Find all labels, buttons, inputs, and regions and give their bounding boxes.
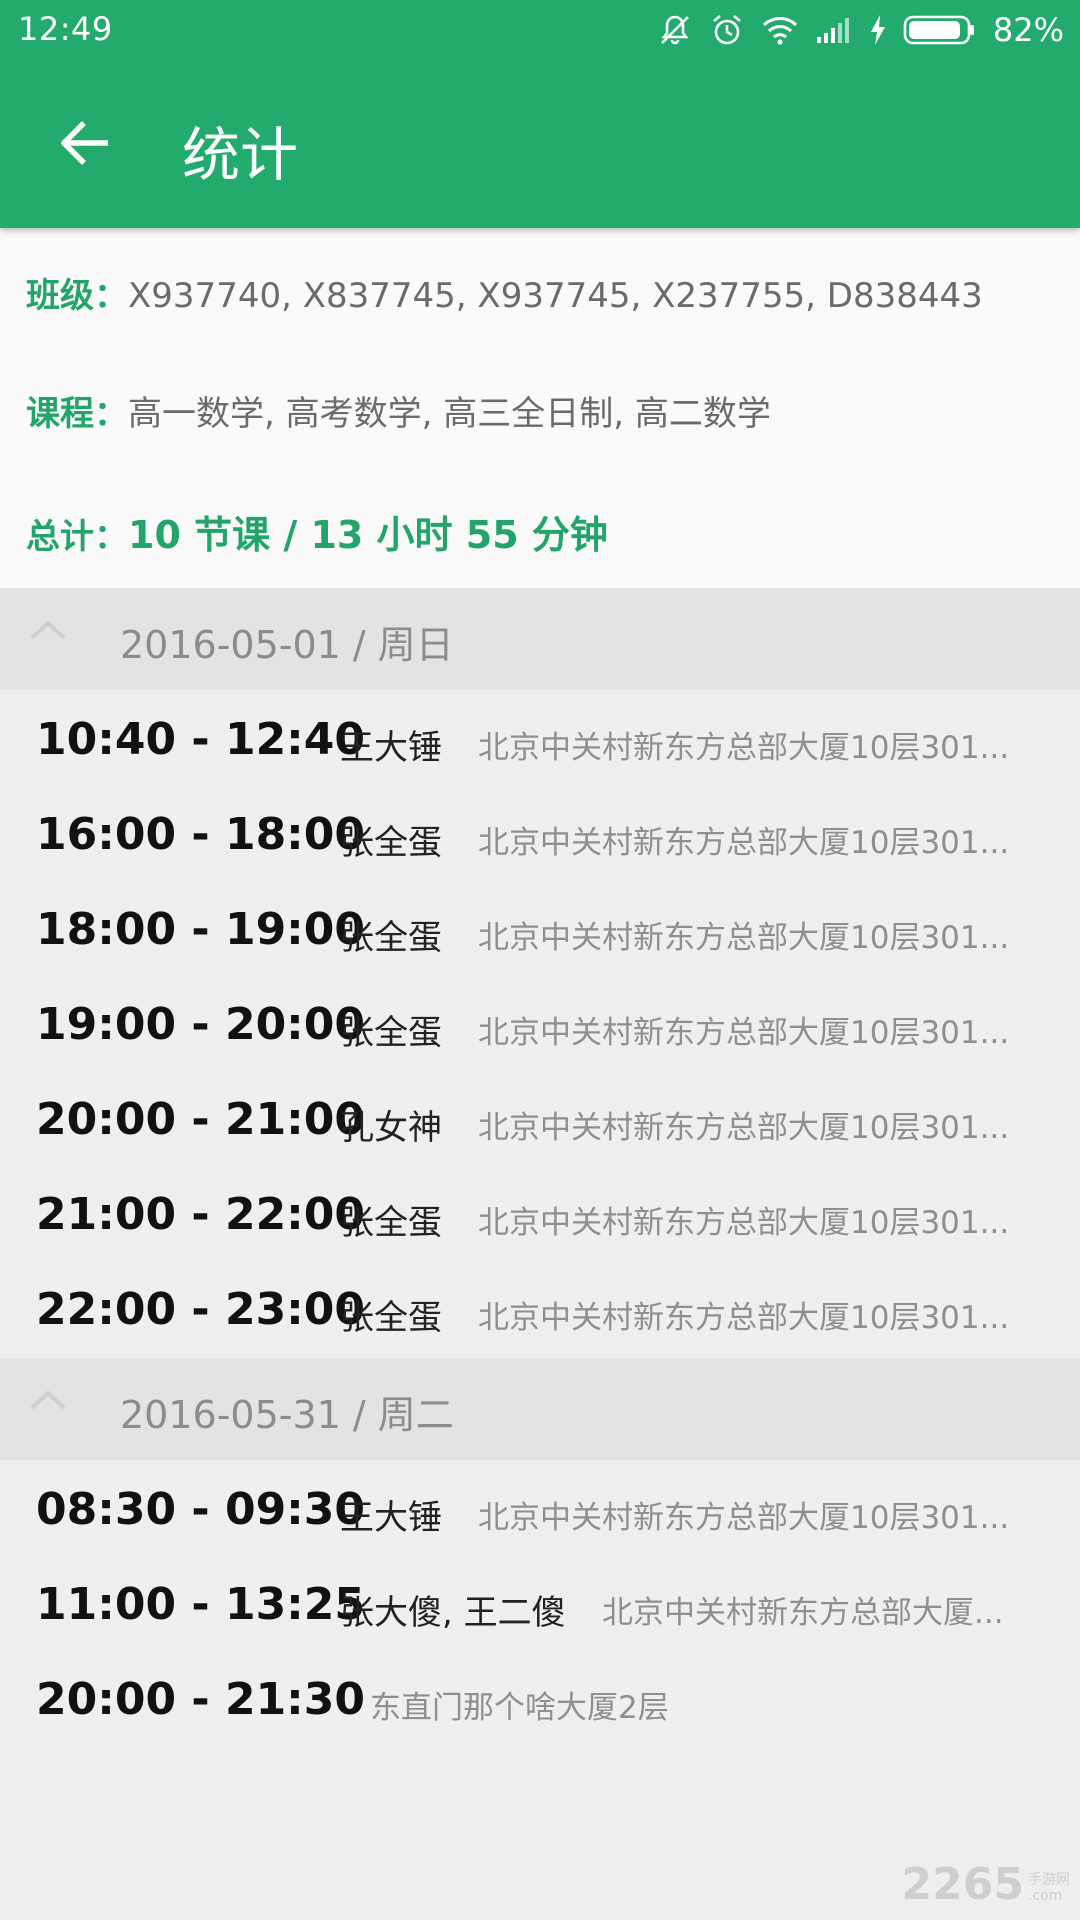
lesson-time: 21:00 - 22:00: [36, 1189, 366, 1240]
total-summary: 总计：10 节课 / 13 小时 55 分钟: [26, 504, 608, 559]
battery-icon: [903, 14, 977, 46]
lesson-list: 10:40 - 12:40 王大锤 北京中关村新东方总部大厦10层301... …: [0, 692, 1080, 1357]
status-time: 12:49: [18, 10, 113, 48]
lesson-teacher: 王大锤: [340, 1498, 442, 1538]
course-summary: 课程：高一数学, 高考数学, 高三全日制, 高二数学: [26, 386, 771, 435]
date-group-header[interactable]: 2016-05-31 / 周二: [0, 1358, 1080, 1460]
lesson-time: 19:00 - 20:00: [36, 999, 366, 1050]
mute-icon: [657, 12, 693, 48]
lesson-row[interactable]: 16:00 - 18:00 张全蛋 北京中关村新东方总部大厦10层301...: [0, 787, 1080, 882]
lesson-location: 北京中关村新东方总部大厦10层301...: [478, 1500, 1010, 1536]
watermark-logo: 2265 手游网 .com: [902, 1859, 1070, 1910]
app-bar: 12:49 82% 统计: [0, 0, 1080, 228]
lesson-row[interactable]: 20:00 - 21:00 孔女神 北京中关村新东方总部大厦10层301...: [0, 1072, 1080, 1167]
lesson-teacher: 张全蛋: [340, 823, 442, 863]
summary-panel: 班级：X937740, X837745, X937745, X237755, D…: [0, 228, 1080, 588]
date-group-header[interactable]: 2016-05-01 / 周日: [0, 588, 1080, 690]
lesson-location: 北京中关村新东方总部大厦10层301...: [478, 1205, 1010, 1241]
lesson-row[interactable]: 20:00 - 21:30 东直门那个啥大厦2层: [0, 1652, 1080, 1747]
lesson-time: 18:00 - 19:00: [36, 904, 366, 955]
lesson-teacher: 张全蛋: [340, 1298, 442, 1338]
class-summary: 班级：X937740, X837745, X937745, X237755, D…: [26, 268, 983, 317]
lesson-row[interactable]: 08:30 - 09:30 王大锤 北京中关村新东方总部大厦10层301...: [0, 1462, 1080, 1557]
lesson-row[interactable]: 21:00 - 22:00 张全蛋 北京中关村新东方总部大厦10层301...: [0, 1167, 1080, 1262]
back-button[interactable]: [50, 110, 120, 180]
lesson-row[interactable]: 19:00 - 20:00 张全蛋 北京中关村新东方总部大厦10层301...: [0, 977, 1080, 1072]
class-value: X937740, X837745, X937745, X237755, D838…: [128, 276, 983, 316]
status-bar: 12:49 82%: [0, 0, 1080, 60]
lesson-location: 北京中关村新东方总部大厦10层301...: [478, 920, 1010, 956]
watermark-number: 2265: [901, 1859, 1024, 1910]
chevron-up-icon: [28, 1388, 68, 1416]
lesson-time: 20:00 - 21:00: [36, 1094, 366, 1145]
watermark-text-bottom: .com: [1028, 1888, 1063, 1904]
lesson-location: 北京中关村新东方总部大厦10层301...: [478, 825, 1010, 861]
chevron-up-icon: [28, 618, 68, 646]
lesson-teacher: 王大锤: [340, 728, 442, 768]
group-date: 2016-05-31 / 周二: [120, 1393, 454, 1437]
lesson-location: 北京中关村新东方总部大厦10层301...: [478, 730, 1010, 766]
lesson-row[interactable]: 18:00 - 19:00 张全蛋 北京中关村新东方总部大厦10层301...: [0, 882, 1080, 977]
lesson-location: 北京中关村新东方总部大厦10层301...: [478, 1015, 1010, 1051]
lesson-time: 08:30 - 09:30: [36, 1484, 366, 1535]
lesson-location: 北京中关村新东方总部大厦10层301...: [478, 1110, 1010, 1146]
lesson-location: 北京中关村新东方总部大厦10层301...: [478, 1300, 1010, 1336]
lesson-teacher: 张全蛋: [340, 1203, 442, 1243]
class-label: 班级：: [26, 276, 128, 316]
arrow-left-icon: [58, 119, 112, 171]
total-value: 10 节课 / 13 小时 55 分钟: [128, 513, 608, 557]
course-label: 课程：: [26, 394, 128, 434]
lesson-teacher: 张全蛋: [340, 918, 442, 958]
lesson-teacher: 孔女神: [340, 1108, 442, 1148]
course-value: 高一数学, 高考数学, 高三全日制, 高二数学: [128, 394, 771, 434]
watermark-text-top: 手游网: [1028, 1872, 1070, 1888]
wifi-icon: [761, 14, 799, 46]
lesson-teacher: 张大傻, 王二傻: [340, 1593, 566, 1633]
page-title: 统计: [182, 121, 299, 189]
lesson-row[interactable]: 10:40 - 12:40 王大锤 北京中关村新东方总部大厦10层301...: [0, 692, 1080, 787]
alarm-icon: [709, 12, 745, 48]
lesson-row[interactable]: 22:00 - 23:00 张全蛋 北京中关村新东方总部大厦10层301...: [0, 1262, 1080, 1357]
lesson-time: 22:00 - 23:00: [36, 1284, 366, 1335]
total-label: 总计：: [26, 517, 128, 557]
signal-icon: [815, 15, 853, 45]
lesson-time: 11:00 - 13:25: [36, 1579, 366, 1630]
lesson-row[interactable]: 11:00 - 13:25 张大傻, 王二傻 北京中关村新东方总部大厦...: [0, 1557, 1080, 1652]
lesson-list: 08:30 - 09:30 王大锤 北京中关村新东方总部大厦10层301... …: [0, 1462, 1080, 1747]
lesson-location: 东直门那个啥大厦2层: [370, 1690, 669, 1726]
watermark-text: 手游网 .com: [1028, 1872, 1070, 1904]
lesson-time: 10:40 - 12:40: [36, 714, 366, 765]
group-date: 2016-05-01 / 周日: [120, 623, 454, 667]
charging-icon: [869, 14, 887, 46]
lesson-time: 20:00 - 21:30: [36, 1674, 366, 1725]
lesson-teacher: 张全蛋: [340, 1013, 442, 1053]
status-icons: 82%: [657, 8, 1064, 52]
lesson-location: 北京中关村新东方总部大厦...: [602, 1595, 1004, 1631]
battery-percent: 82%: [992, 11, 1064, 49]
lesson-time: 16:00 - 18:00: [36, 809, 366, 860]
